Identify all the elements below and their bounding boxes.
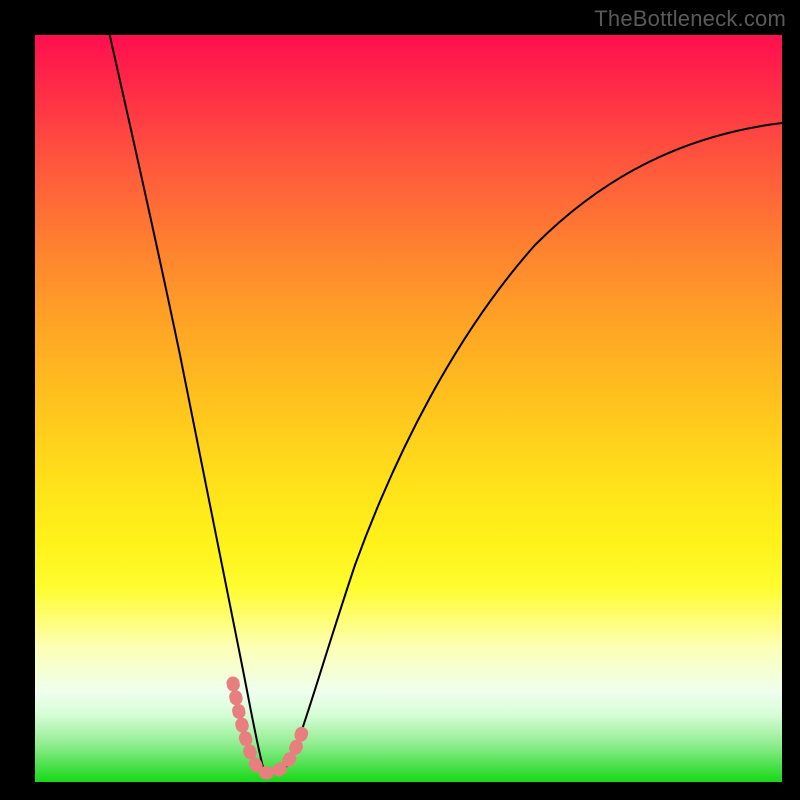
watermark-text: TheBottleneck.com <box>594 6 786 32</box>
bottleneck-curve <box>110 35 782 773</box>
curve-svg-layer <box>35 35 782 782</box>
highlight-band <box>233 683 305 773</box>
plot-area <box>35 35 782 782</box>
chart-frame: TheBottleneck.com <box>0 0 800 800</box>
